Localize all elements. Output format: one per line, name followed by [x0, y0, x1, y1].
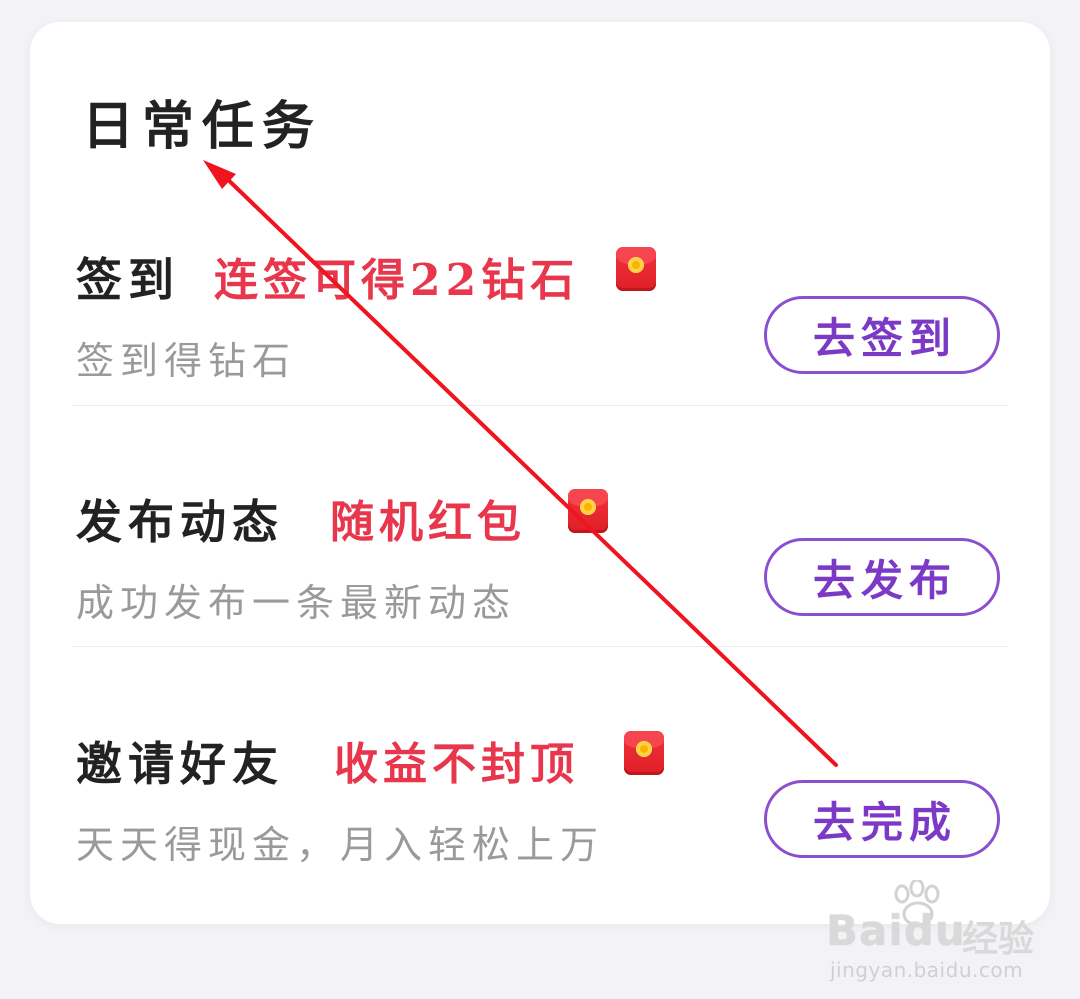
task-reward: 随机红包 — [330, 497, 526, 548]
divider — [72, 646, 1008, 647]
watermark-brand: Baidu — [826, 906, 966, 955]
task-item-post: 发布动态 随机红包 成功发布一条最新动态 去发布 — [72, 436, 1012, 678]
watermark-url: jingyan.baidu.com — [830, 958, 1024, 982]
go-complete-button[interactable]: 去完成 — [764, 780, 1000, 858]
watermark-brand-cn: 经验 — [962, 919, 1035, 960]
task-description: 签到得钻石 — [76, 339, 297, 383]
task-name: 邀请好友 — [76, 737, 284, 791]
task-name: 发布动态 — [76, 495, 284, 549]
go-signin-button[interactable]: 去签到 — [764, 296, 1000, 374]
task-description: 天天得现金，月入轻松上万 — [76, 823, 605, 867]
task-reward: 连签可得22钻石 — [214, 255, 580, 306]
red-packet-icon — [568, 489, 608, 533]
daily-tasks-card: 日常任务 签到 连签可得22钻石 签到得钻石 去签到 发布动态 随机红包 成功发… — [30, 22, 1050, 924]
card-title: 日常任务 — [82, 96, 323, 157]
red-packet-icon — [616, 247, 656, 291]
go-post-button[interactable]: 去发布 — [764, 538, 1000, 616]
task-item-signin: 签到 连签可得22钻石 签到得钻石 去签到 — [72, 194, 1012, 436]
task-name: 签到 — [76, 253, 180, 307]
red-packet-icon — [624, 731, 664, 775]
task-description: 成功发布一条最新动态 — [76, 581, 517, 625]
divider — [72, 405, 1008, 406]
baidu-jingyan-watermark: Baidu 经验 jingyan.baidu.com — [826, 880, 1036, 982]
task-reward: 收益不封顶 — [334, 739, 579, 790]
